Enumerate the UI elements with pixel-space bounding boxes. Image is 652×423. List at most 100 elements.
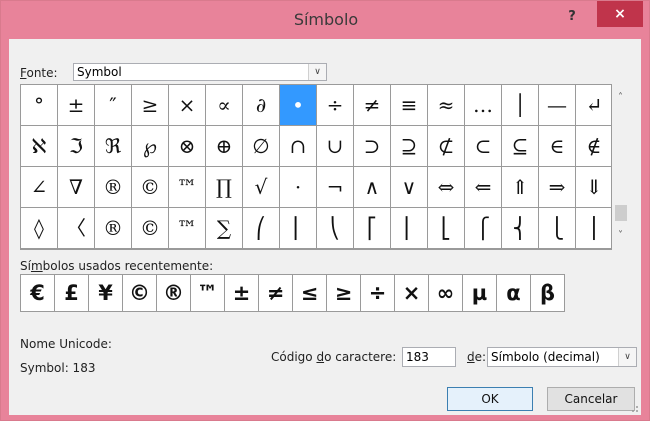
symbol-cell[interactable]: ⊄ bbox=[428, 126, 465, 167]
from-dropdown[interactable]: Símbolo (decimal) ∨ bbox=[487, 347, 637, 367]
symbol-cell[interactable]: ⇐ bbox=[465, 167, 502, 208]
symbol-cell[interactable]: ™ bbox=[169, 167, 206, 208]
symbol-cell[interactable]: ≡ bbox=[391, 85, 428, 126]
symbol-cell[interactable]: · bbox=[280, 167, 317, 208]
chevron-down-icon[interactable]: ∨ bbox=[618, 348, 636, 366]
symbol-cell[interactable]: ∏ bbox=[206, 167, 243, 208]
symbol-cell[interactable]: ⊕ bbox=[206, 126, 243, 167]
symbol-cell[interactable]: ⊂ bbox=[465, 126, 502, 167]
symbol-cell[interactable]: ∅ bbox=[243, 126, 280, 167]
symbol-cell[interactable]: — bbox=[539, 85, 576, 126]
symbol-cell[interactable]: ∠ bbox=[21, 167, 58, 208]
close-button[interactable]: × bbox=[597, 1, 643, 27]
help-button[interactable]: ? bbox=[561, 7, 583, 27]
recent-symbol-cell[interactable]: ™ bbox=[191, 275, 225, 311]
cancel-button[interactable]: Cancelar bbox=[547, 387, 635, 411]
recent-symbol-cell[interactable]: ÷ bbox=[361, 275, 395, 311]
symbol-cell[interactable]: ⊇ bbox=[391, 126, 428, 167]
recent-symbol-cell[interactable]: ± bbox=[225, 275, 259, 311]
symbol-cell[interactable]: ™ bbox=[169, 208, 206, 249]
font-dropdown[interactable]: Symbol ∨ bbox=[73, 63, 327, 81]
recent-symbol-cell[interactable]: × bbox=[395, 275, 429, 311]
symbol-grid-scrollbar[interactable]: ˄ ˅ bbox=[612, 84, 629, 250]
symbol-cell[interactable]: ℜ bbox=[95, 126, 132, 167]
symbol-cell[interactable]: ± bbox=[58, 85, 95, 126]
recent-symbol-cell[interactable]: © bbox=[123, 275, 157, 311]
recent-symbol-cell[interactable]: £ bbox=[55, 275, 89, 311]
symbol-cell[interactable]: ∪ bbox=[317, 126, 354, 167]
recent-symbol-cell[interactable]: ≠ bbox=[259, 275, 293, 311]
symbol-cell[interactable]: ≈ bbox=[428, 85, 465, 126]
symbol-cell[interactable]: ¬ bbox=[317, 167, 354, 208]
symbol-cell[interactable]: ⇓ bbox=[576, 167, 613, 208]
symbol-cell[interactable]: ∑ bbox=[206, 208, 243, 249]
recent-symbol-cell[interactable]: ¥ bbox=[89, 275, 123, 311]
symbol-cell[interactable]: ⎡ bbox=[354, 208, 391, 249]
char-code-input[interactable]: 183 bbox=[402, 347, 456, 367]
symbol-cell[interactable]: ⊃ bbox=[354, 126, 391, 167]
symbol-cell[interactable]: 〈 bbox=[58, 208, 95, 249]
symbol-cell[interactable]: ∉ bbox=[576, 126, 613, 167]
symbol-cell[interactable]: ⎣ bbox=[428, 208, 465, 249]
symbol-cell[interactable]: ″ bbox=[95, 85, 132, 126]
symbol-dialog: Símbolo ? × Fonte: Symbol ∨ ° ± ″ ≥ × ∝ ∂ • ÷ ≠ ≡ ≈… bbox=[0, 0, 650, 421]
symbol-cell[interactable]: ∧ bbox=[354, 167, 391, 208]
recent-symbol-cell[interactable]: µ bbox=[463, 275, 497, 311]
symbol-cell[interactable]: ↵ bbox=[576, 85, 613, 126]
ok-button[interactable]: OK bbox=[447, 387, 533, 411]
symbol-cell[interactable]: • bbox=[280, 85, 317, 126]
font-value: Symbol bbox=[77, 65, 122, 79]
symbol-cell[interactable]: ⎨ bbox=[502, 208, 539, 249]
symbol-cell[interactable]: © bbox=[132, 167, 169, 208]
symbol-cell[interactable]: ⎪ bbox=[576, 208, 613, 249]
recent-symbol-cell[interactable]: β bbox=[531, 275, 565, 311]
symbol-cell[interactable]: ⎜ bbox=[280, 208, 317, 249]
recent-symbol-cell[interactable]: ≤ bbox=[293, 275, 327, 311]
symbol-cell[interactable]: ∩ bbox=[280, 126, 317, 167]
unicode-name-value: Symbol: 183 bbox=[20, 361, 96, 375]
symbol-cell[interactable]: ∨ bbox=[391, 167, 428, 208]
symbol-cell[interactable]: ≠ bbox=[354, 85, 391, 126]
symbol-cell[interactable]: ℑ bbox=[58, 126, 95, 167]
symbol-cell[interactable]: │ bbox=[502, 85, 539, 126]
symbol-cell[interactable]: ® bbox=[95, 208, 132, 249]
symbol-cell[interactable]: ≥ bbox=[132, 85, 169, 126]
symbol-cell[interactable]: ⎛ bbox=[243, 208, 280, 249]
recent-symbol-cell[interactable]: € bbox=[21, 275, 55, 311]
scroll-thumb[interactable] bbox=[615, 205, 627, 221]
symbol-cell[interactable]: × bbox=[169, 85, 206, 126]
chevron-down-icon[interactable]: ∨ bbox=[308, 64, 326, 80]
symbol-cell[interactable]: ∈ bbox=[539, 126, 576, 167]
resize-grip-icon[interactable] bbox=[629, 403, 639, 413]
recent-symbol-cell[interactable]: α bbox=[497, 275, 531, 311]
symbol-cell[interactable]: ⎩ bbox=[539, 208, 576, 249]
from-value: Símbolo (decimal) bbox=[491, 350, 600, 364]
symbol-cell[interactable]: © bbox=[132, 208, 169, 249]
symbol-cell[interactable]: √ bbox=[243, 167, 280, 208]
scroll-up-arrow-icon[interactable]: ˄ bbox=[612, 90, 629, 106]
symbol-cell[interactable]: ⇒ bbox=[539, 167, 576, 208]
symbol-cell[interactable]: ⎧ bbox=[465, 208, 502, 249]
recent-symbol-cell[interactable]: ≥ bbox=[327, 275, 361, 311]
recent-symbol-cell[interactable]: ® bbox=[157, 275, 191, 311]
symbol-cell[interactable]: ® bbox=[95, 167, 132, 208]
symbol-cell[interactable]: ÷ bbox=[317, 85, 354, 126]
symbol-cell[interactable]: ⇔ bbox=[428, 167, 465, 208]
symbol-cell[interactable]: ∇ bbox=[58, 167, 95, 208]
symbol-cell[interactable]: ◊ bbox=[21, 208, 58, 249]
symbol-cell[interactable]: ∝ bbox=[206, 85, 243, 126]
symbol-cell[interactable]: ∂ bbox=[243, 85, 280, 126]
symbol-cell[interactable]: ⇑ bbox=[502, 167, 539, 208]
recent-symbol-cell[interactable]: ∞ bbox=[429, 275, 463, 311]
symbol-cell[interactable]: ⎝ bbox=[317, 208, 354, 249]
title-bar: Símbolo ? × bbox=[1, 1, 651, 39]
scroll-down-arrow-icon[interactable]: ˅ bbox=[612, 228, 629, 244]
symbol-cell[interactable]: ℵ bbox=[21, 126, 58, 167]
symbol-cell[interactable]: ℘ bbox=[132, 126, 169, 167]
symbol-cell[interactable]: … bbox=[465, 85, 502, 126]
symbol-cell[interactable]: ° bbox=[21, 85, 58, 126]
unicode-name-label: Nome Unicode: bbox=[20, 337, 112, 351]
symbol-cell[interactable]: ⎢ bbox=[391, 208, 428, 249]
symbol-cell[interactable]: ⊆ bbox=[502, 126, 539, 167]
symbol-cell[interactable]: ⊗ bbox=[169, 126, 206, 167]
